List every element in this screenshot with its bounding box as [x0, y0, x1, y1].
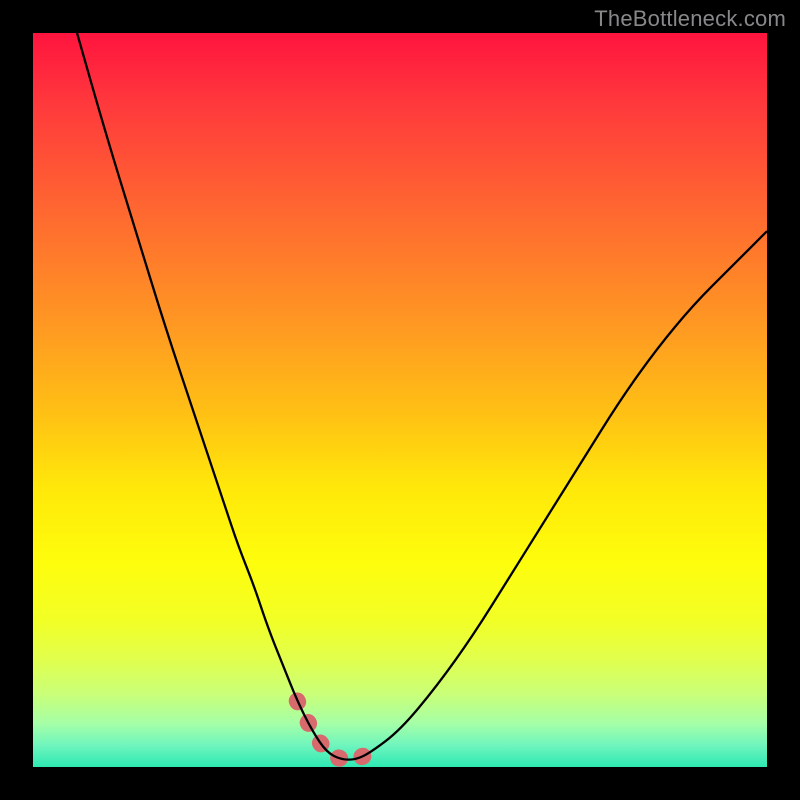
- watermark-text: TheBottleneck.com: [594, 6, 786, 32]
- trough-highlight: [297, 701, 370, 760]
- main-curve: [77, 33, 767, 760]
- plot-area: [33, 33, 767, 767]
- chart-container: TheBottleneck.com: [0, 0, 800, 800]
- curve-svg: [33, 33, 767, 767]
